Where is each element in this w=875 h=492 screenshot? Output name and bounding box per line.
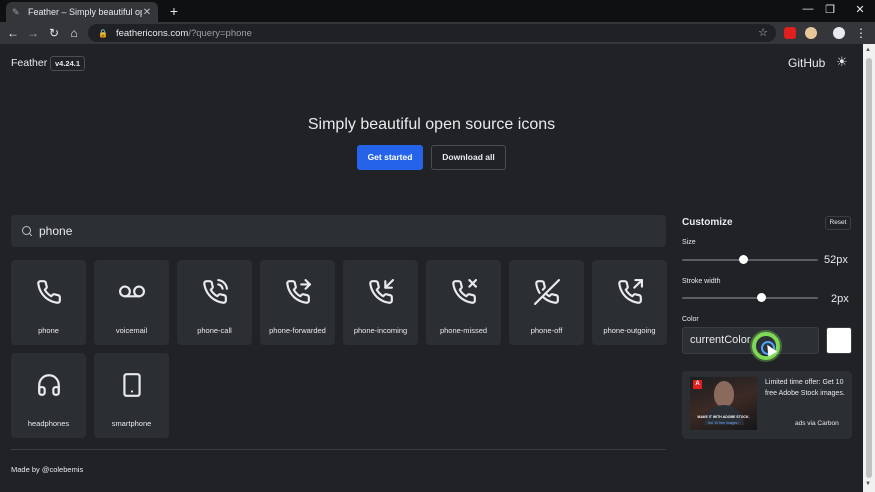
voicemail-icon — [119, 285, 145, 298]
footer-divider — [11, 449, 666, 450]
ad-cta: Get 10 free images › — [707, 421, 740, 425]
stroke-width-value: 2px — [831, 293, 849, 305]
ad-portrait — [714, 381, 734, 407]
icon-card-phone-forwarded[interactable]: phone-forwarded — [260, 260, 335, 345]
stroke-width-slider[interactable] — [682, 297, 818, 299]
smartphone-icon — [123, 373, 141, 397]
color-swatch[interactable] — [826, 327, 852, 354]
phone-incoming-icon — [369, 279, 394, 304]
lock-icon: 🔒 — [98, 28, 108, 38]
icon-card-phone-outgoing[interactable]: phone-outgoing — [592, 260, 667, 345]
icon-label: phone-call — [197, 326, 232, 335]
phone-forwarded-icon — [286, 279, 311, 304]
browser-toolbar: ← → ↻ ⌂ 🔒 feathericons.com/?query=phone … — [0, 22, 875, 44]
forward-icon[interactable]: → — [26, 25, 40, 41]
icon-label: phone-off — [530, 326, 563, 335]
size-label: Size — [682, 239, 696, 246]
phone-missed-icon — [452, 279, 477, 304]
scroll-up-icon[interactable]: ▲ — [865, 47, 871, 53]
ad-via-link[interactable]: ads via Carbon — [795, 420, 839, 427]
carbon-ad[interactable]: A MAKE IT WITH ADOBE STOCK. Get 10 free … — [682, 371, 852, 439]
address-bar[interactable]: 🔒 feathericons.com/?query=phone ☆ — [88, 24, 776, 42]
brand-logo[interactable]: Feather — [11, 57, 47, 69]
close-window-icon[interactable]: ✕ — [853, 3, 867, 16]
new-tab-button[interactable]: + — [166, 2, 182, 20]
size-slider[interactable] — [682, 259, 818, 261]
minimize-icon[interactable]: — — [801, 3, 815, 15]
url-host: feathericons.com — [115, 27, 189, 39]
maximize-icon[interactable]: ❐ — [823, 3, 837, 16]
extension-icon[interactable] — [805, 27, 817, 39]
icon-card-headphones[interactable]: headphones — [11, 353, 86, 438]
scrollbar-thumb[interactable] — [866, 58, 872, 478]
scroll-down-icon[interactable]: ▼ — [865, 481, 871, 487]
icon-card-smartphone[interactable]: smartphone — [94, 353, 169, 438]
icon-label: phone — [38, 326, 59, 335]
version-badge: v4.24.1 — [50, 56, 86, 71]
reset-button[interactable]: Reset — [825, 216, 851, 230]
icon-label: phone-forwarded — [269, 326, 326, 335]
icon-card-phone-missed[interactable]: phone-missed — [426, 260, 501, 345]
icon-label: headphones — [27, 419, 70, 428]
icon-label: phone-incoming — [353, 326, 408, 335]
ad-text[interactable]: Limited time offer: Get 10 free Adobe St… — [765, 378, 847, 399]
customize-title: Customize — [682, 217, 733, 228]
page-scrollbar[interactable]: ▲ ▼ — [863, 44, 875, 492]
hero-title: Simply beautiful open source icons — [307, 116, 556, 133]
icon-card-phone-incoming[interactable]: phone-incoming — [343, 260, 418, 345]
ad-image[interactable]: A MAKE IT WITH ADOBE STOCK. Get 10 free … — [690, 377, 757, 430]
browser-menu-icon[interactable]: ⋮ — [854, 25, 868, 41]
adblock-icon[interactable] — [784, 27, 796, 39]
search-icon — [22, 226, 32, 236]
profile-avatar[interactable] — [833, 27, 845, 39]
made-by-link[interactable]: Made by @colebemis — [11, 465, 83, 474]
feather-favicon-icon: ✎ — [12, 7, 20, 17]
size-value: 52px — [824, 254, 848, 266]
github-link[interactable]: GitHub — [788, 56, 825, 70]
phone-off-icon — [534, 279, 560, 305]
browser-tab-strip: ✎ Feather – Simply beautiful open ✕ + — … — [0, 0, 875, 22]
download-all-button[interactable]: Download all — [431, 145, 506, 170]
color-input[interactable]: currentColor — [682, 327, 819, 354]
back-icon[interactable]: ← — [6, 25, 20, 41]
adobe-logo-icon: A — [693, 380, 702, 389]
icon-card-voicemail[interactable]: voicemail — [94, 260, 169, 345]
theme-toggle-sun-icon[interactable]: ☀ — [836, 54, 848, 70]
url-path: /?query=phone — [188, 27, 252, 39]
icon-card-phone[interactable]: phone — [11, 260, 86, 345]
icon-label: smartphone — [111, 419, 152, 428]
icon-card-phone-off[interactable]: phone-off — [509, 260, 584, 345]
icon-label: voicemail — [115, 326, 148, 335]
icon-card-phone-call[interactable]: phone-call — [177, 260, 252, 345]
headphones-icon — [38, 374, 60, 396]
page-content: Feather v4.24.1 GitHub ☀ Simply beautifu… — [0, 44, 863, 492]
phone-icon — [37, 280, 61, 304]
phone-outgoing-icon — [618, 279, 643, 304]
ad-slogan: MAKE IT WITH ADOBE STOCK. — [697, 415, 750, 419]
tab-close-icon[interactable]: ✕ — [142, 7, 152, 18]
browser-tab[interactable]: ✎ Feather – Simply beautiful open ✕ — [6, 2, 158, 22]
stroke-width-label: Stroke width — [682, 278, 721, 285]
bookmark-star-icon[interactable]: ☆ — [758, 26, 768, 39]
search-bar[interactable] — [11, 215, 666, 247]
search-input[interactable] — [39, 224, 639, 238]
phone-call-icon — [203, 279, 228, 304]
tab-title: Feather – Simply beautiful open — [28, 7, 142, 17]
icon-label: phone-outgoing — [603, 326, 656, 335]
home-icon[interactable]: ⌂ — [67, 25, 81, 41]
reload-icon[interactable]: ↻ — [47, 25, 61, 41]
size-slider-thumb[interactable] — [739, 255, 749, 264]
stroke-width-slider-thumb[interactable] — [756, 293, 766, 302]
color-label: Color — [682, 316, 699, 323]
get-started-button[interactable]: Get started — [357, 145, 423, 170]
icon-label: phone-missed — [439, 326, 488, 335]
